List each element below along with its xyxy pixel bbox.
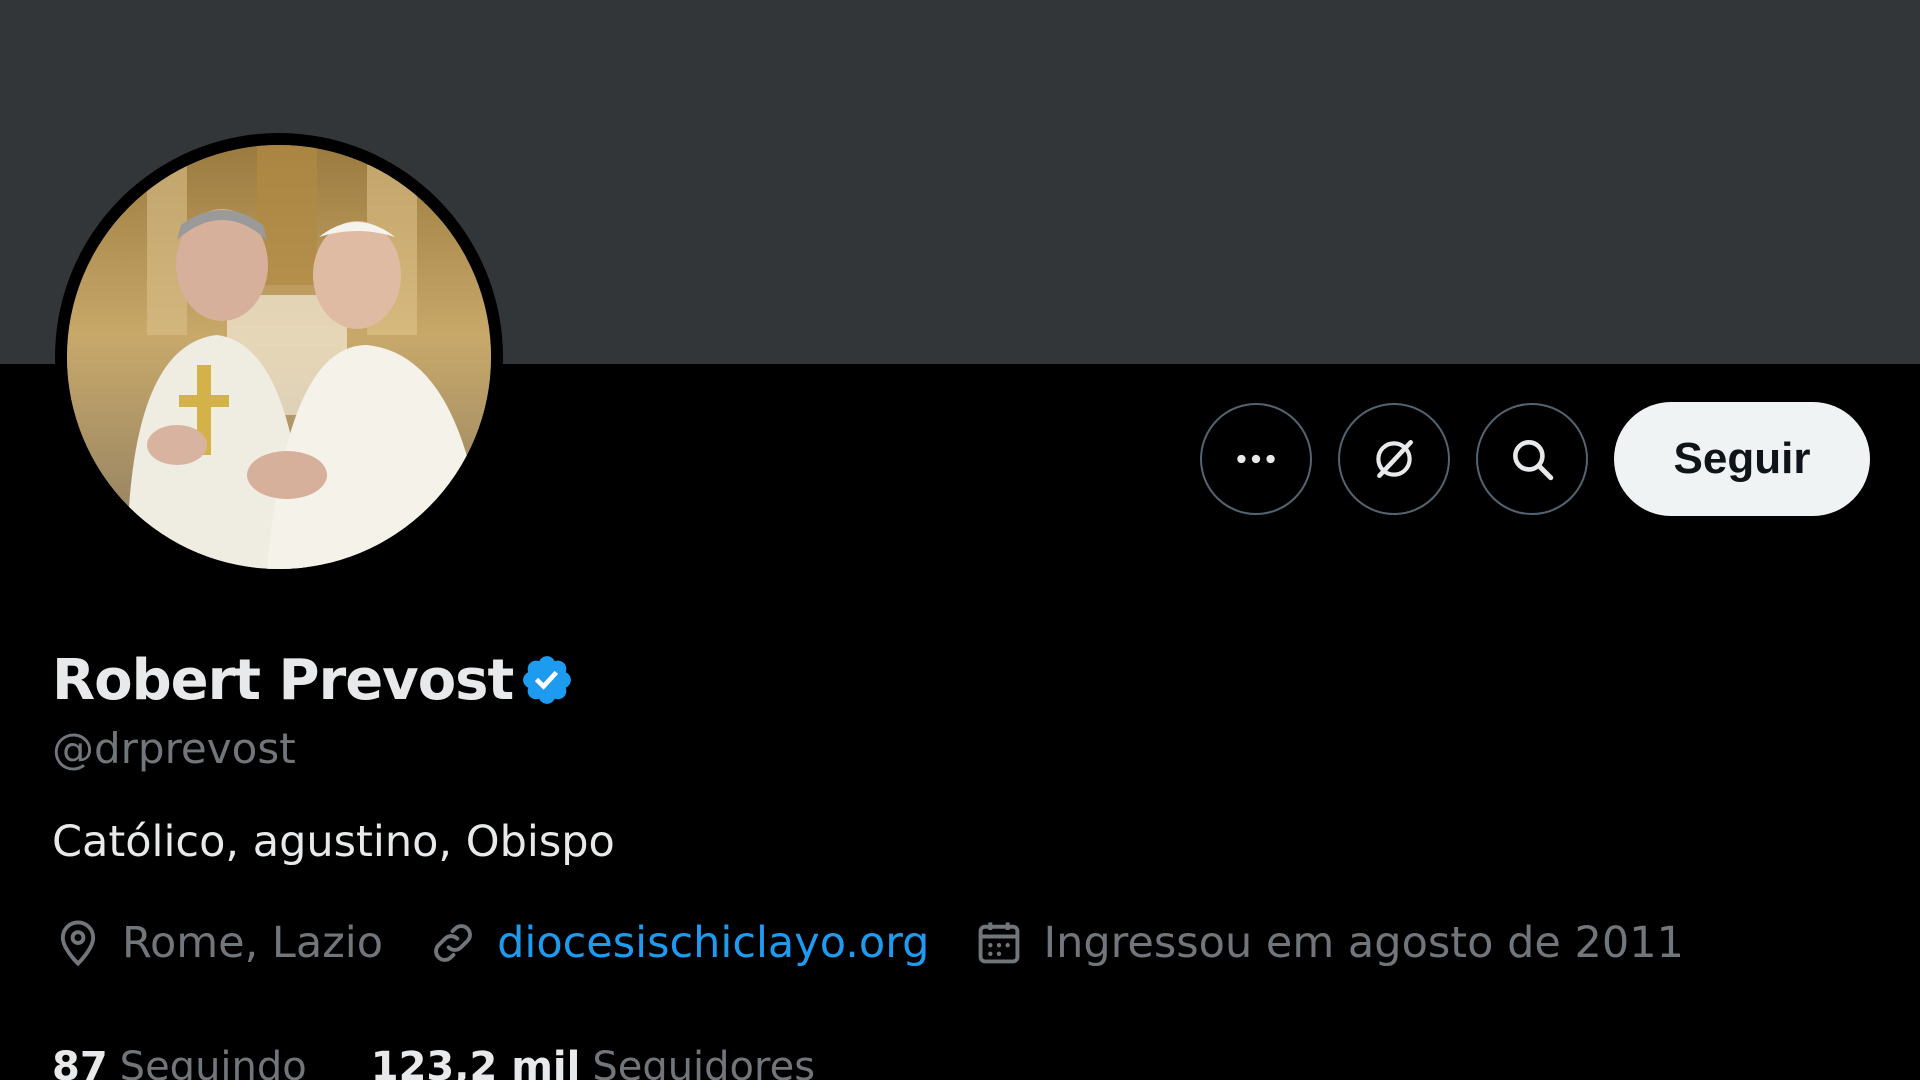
following-label: Seguindo [119,1044,307,1080]
location-text: Rome, Lazio [122,918,384,968]
website-item[interactable]: diocesischiclayo.org [427,917,929,969]
profile-handle: @drprevost [52,724,296,773]
search-button[interactable] [1476,403,1588,515]
profile-bio: Católico, agustino, Obispo [52,817,615,867]
grok-button[interactable] [1338,403,1450,515]
link-icon [434,924,472,962]
avatar-photo [67,145,491,569]
followers-label: Seguidores [592,1044,816,1080]
follow-stats: 87 Seguindo 123,2 mil Seguidores [52,1044,879,1080]
profile-avatar[interactable] [55,133,503,581]
followers-count: 123,2 mil [370,1044,581,1080]
following-count: 87 [52,1044,108,1080]
follow-button[interactable]: Seguir [1614,402,1870,516]
search-icon [1513,440,1554,481]
followers-stat[interactable]: 123,2 mil Seguidores [371,1044,815,1080]
location-item: Rome, Lazio [52,917,383,969]
profile-page: Seguir Robert Prevost @drprevost Católic… [0,0,1920,1080]
display-name: Robert Prevost [52,647,514,713]
more-horizontal-icon [1237,454,1275,464]
more-button[interactable] [1200,403,1312,515]
website-link[interactable]: diocesischiclayo.org [497,918,929,968]
grok-icon [1376,440,1413,478]
calendar-icon [979,922,1020,964]
profile-info: Robert Prevost @drprevost Católico, agus… [52,640,1872,969]
name-row: Robert Prevost [52,640,1872,720]
profile-meta: Rome, Lazio diocesischiclayo.org Ingress… [52,917,1872,969]
following-stat[interactable]: 87 Seguindo [52,1044,307,1080]
joined-text: Ingressou em agosto de 2011 [1043,918,1684,968]
verified-badge-icon[interactable] [519,652,575,708]
profile-actions: Seguir [1200,402,1870,516]
joined-item: Ingressou em agosto de 2011 [973,917,1684,969]
location-pin-icon [60,920,96,967]
